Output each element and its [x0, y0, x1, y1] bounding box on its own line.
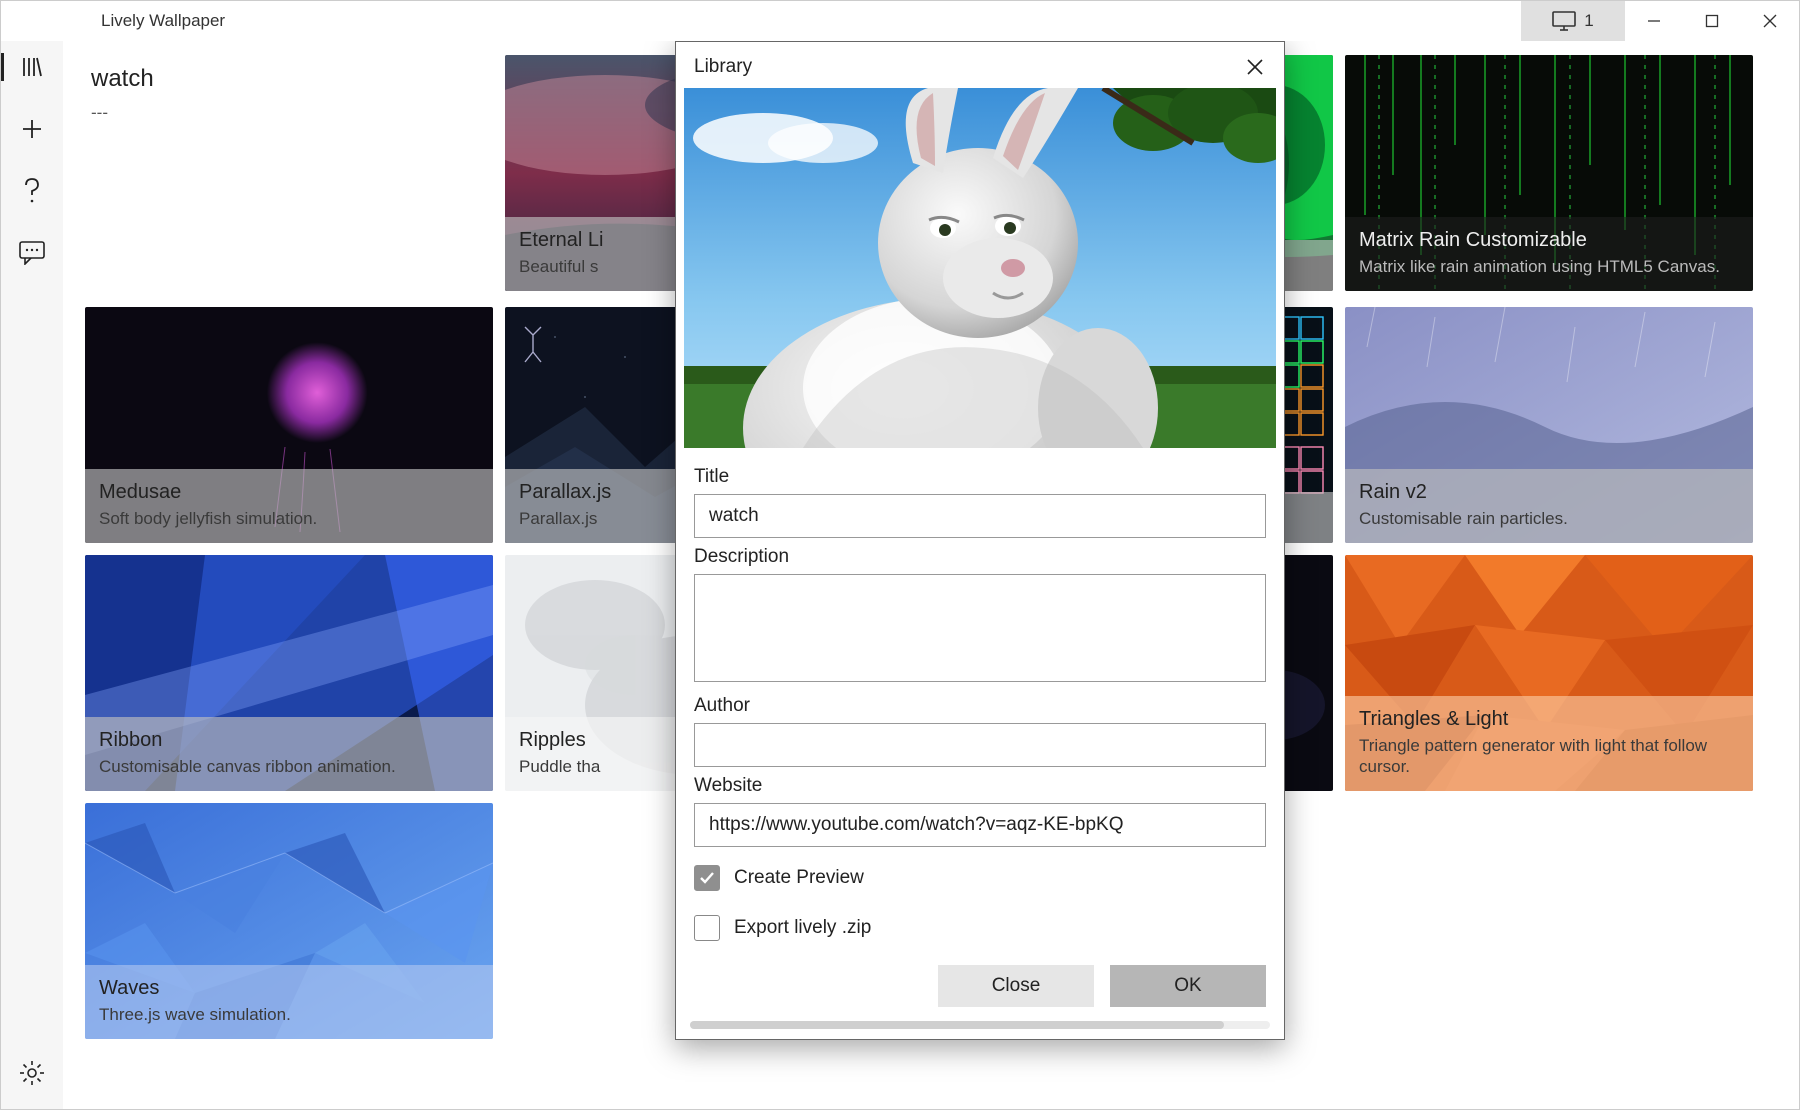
- title-input[interactable]: [694, 494, 1266, 538]
- title-label: Title: [694, 466, 1266, 488]
- maximize-button[interactable]: [1683, 1, 1741, 41]
- card-description: Soft body jellyfish simulation.: [99, 508, 479, 529]
- dialog-close-button[interactable]: [1244, 56, 1266, 78]
- export-zip-checkbox[interactable]: [694, 915, 720, 941]
- card-title: Matrix Rain Customizable: [1359, 229, 1739, 252]
- card-title: Medusae: [99, 481, 479, 504]
- monitor-button[interactable]: 1: [1521, 1, 1625, 41]
- card-overlay: Rain v2 Customisable rain particles.: [1345, 469, 1753, 543]
- nav-library-icon[interactable]: [16, 51, 48, 83]
- dialog-close-action[interactable]: Close: [938, 965, 1094, 1007]
- card-description: Matrix like rain animation using HTML5 C…: [1359, 256, 1739, 277]
- minimize-button[interactable]: [1625, 1, 1683, 41]
- card-overlay: Ribbon Customisable canvas ribbon animat…: [85, 717, 493, 791]
- monitor-icon: [1552, 11, 1576, 31]
- description-label: Description: [694, 546, 1266, 568]
- main-content: watch --- Eterna: [63, 41, 1799, 1109]
- wallpaper-card[interactable]: Medusae Soft body jellyfish simulation.: [85, 307, 493, 543]
- card-overlay: Waves Three.js wave simulation.: [85, 965, 493, 1039]
- library-dialog: Library: [675, 41, 1285, 1040]
- dialog-scrollbar[interactable]: [690, 1021, 1270, 1029]
- monitor-count: 1: [1584, 11, 1593, 31]
- website-label: Website: [694, 775, 1266, 797]
- card-description: Triangle pattern generator with light th…: [1359, 735, 1739, 778]
- library-description: ---: [91, 103, 483, 123]
- nav-feedback-icon[interactable]: [16, 237, 48, 269]
- card-description: Customisable rain particles.: [1359, 508, 1739, 529]
- sidebar: [1, 41, 63, 1109]
- wallpaper-card[interactable]: Ribbon Customisable canvas ribbon animat…: [85, 555, 493, 791]
- card-title: Rain v2: [1359, 481, 1739, 504]
- create-preview-label: Create Preview: [734, 867, 864, 889]
- library-panel: watch ---: [85, 55, 489, 295]
- card-description: Customisable canvas ribbon animation.: [99, 756, 479, 777]
- nav-help-icon[interactable]: [16, 175, 48, 207]
- ok-button-label: OK: [1174, 975, 1201, 997]
- export-zip-label: Export lively .zip: [734, 917, 871, 939]
- card-description: Three.js wave simulation.: [99, 1004, 479, 1025]
- wallpaper-card[interactable]: Matrix Rain Customizable Matrix like rai…: [1345, 55, 1753, 291]
- card-overlay: Medusae Soft body jellyfish simulation.: [85, 469, 493, 543]
- author-label: Author: [694, 695, 1266, 717]
- wallpaper-card[interactable]: Triangles & Light Triangle pattern gener…: [1345, 555, 1753, 791]
- scrollbar-thumb[interactable]: [690, 1021, 1224, 1029]
- card-overlay: Triangles & Light Triangle pattern gener…: [1345, 696, 1753, 792]
- description-input[interactable]: [694, 574, 1266, 682]
- card-title: Ribbon: [99, 729, 479, 752]
- card-title: Waves: [99, 977, 479, 1000]
- dialog-preview: [684, 88, 1276, 448]
- card-overlay: Matrix Rain Customizable Matrix like rai…: [1345, 217, 1753, 291]
- nav-settings-icon[interactable]: [16, 1057, 48, 1089]
- author-input[interactable]: [694, 723, 1266, 767]
- close-button-label: Close: [992, 975, 1041, 997]
- library-title: watch: [91, 65, 483, 93]
- dialog-ok-action[interactable]: OK: [1110, 965, 1266, 1007]
- close-window-button[interactable]: [1741, 1, 1799, 41]
- card-title: Triangles & Light: [1359, 708, 1739, 731]
- nav-add-icon[interactable]: [16, 113, 48, 145]
- create-preview-checkbox[interactable]: [694, 865, 720, 891]
- titlebar: Lively Wallpaper 1: [1, 1, 1799, 41]
- wallpaper-card[interactable]: Waves Three.js wave simulation.: [85, 803, 493, 1039]
- dialog-title: Library: [694, 56, 752, 78]
- app-title: Lively Wallpaper: [101, 11, 225, 31]
- website-input[interactable]: [694, 803, 1266, 847]
- wallpaper-card[interactable]: Rain v2 Customisable rain particles.: [1345, 307, 1753, 543]
